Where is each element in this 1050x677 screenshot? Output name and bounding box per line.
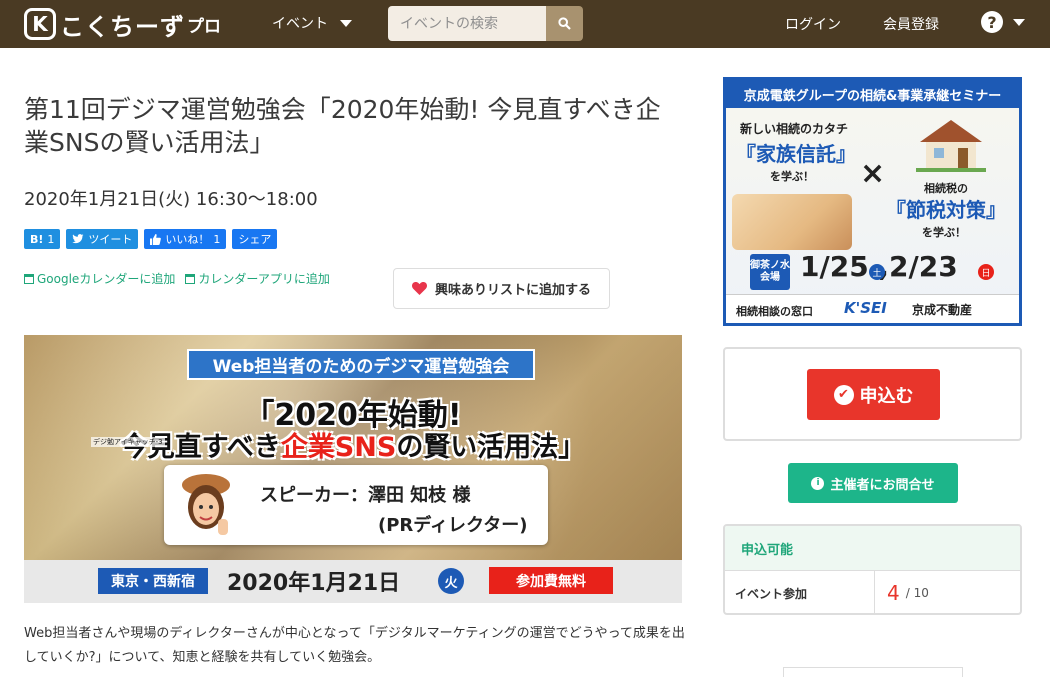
ad-sunday-badge: 日 (978, 264, 994, 280)
ad-header: 京成電鉄グループの相続&事業承継セミナー (726, 80, 1019, 108)
logo-text: こくちーず (60, 12, 185, 41)
ad-saturday-badge: 土 (869, 264, 885, 280)
tweet-label: ツイート (88, 233, 133, 246)
google-calendar-label: Googleカレンダーに追加 (37, 272, 176, 286)
google-calendar-link[interactable]: Googleカレンダーに追加 (24, 270, 175, 287)
ad-body: 新しい相続のカタチ 『家族信託』 を学ぶ！ × 相続税の 『節税対策』 を学ぶ！… (726, 108, 1019, 323)
status-label: イベント参加 (725, 571, 875, 613)
search-icon (558, 17, 571, 30)
tweet-button[interactable]: ツイート (66, 229, 139, 249)
logo-mark-icon: K (24, 8, 56, 40)
share-label: シェア (238, 233, 272, 246)
registration-status: 申込可能 イベント参加 4 / 10 (723, 524, 1022, 615)
event-menu[interactable]: イベント (272, 13, 352, 33)
speaker-avatar-icon (182, 474, 230, 535)
logo-pro: プロ (187, 16, 221, 37)
ad-footer: 相続相談の窓口 K'SEI 京成不動産 (726, 294, 1019, 323)
search-button[interactable] (546, 6, 583, 41)
speaker-role: (PRディレクター) (378, 515, 528, 536)
sidebar-ad-banner[interactable]: 京成電鉄グループの相続&事業承継セミナー 新しい相続のカタチ 『家族信託』 を学… (723, 77, 1022, 326)
search-input[interactable] (388, 6, 546, 41)
contact-organizer-button[interactable]: i 主催者にお問合せ (788, 463, 958, 503)
hatena-bookmark-button[interactable]: B! 1 (24, 229, 61, 249)
twitter-bird-icon (72, 234, 84, 244)
ad-cross: × (860, 156, 886, 191)
contact-label: 主催者にお問合せ (830, 477, 935, 493)
like-label: いいね！ (165, 233, 210, 246)
banner-headline-2b: の賢い活用法」 (396, 432, 586, 463)
hatena-label: B! (30, 232, 44, 246)
status-value: 4 / 10 (875, 571, 929, 613)
login-link[interactable]: ログイン (785, 14, 841, 34)
ad-footer-left: 相続相談の窓口 (736, 305, 813, 318)
facebook-share-button[interactable]: シェア (232, 229, 278, 249)
thumbs-up-icon (150, 233, 162, 245)
apply-panel: ✔ 申込む (723, 347, 1022, 441)
chevron-down-icon (1013, 18, 1025, 26)
ad-left-line2: 『家族信託』 (736, 142, 856, 166)
event-datetime: 2020年1月21日(火) 16:30〜18:00 (24, 189, 318, 210)
status-capacity: / 10 (905, 586, 929, 600)
calendar-icon (24, 273, 34, 284)
heart-icon (411, 282, 427, 295)
banner-location: 東京・西新宿 (98, 568, 208, 594)
ad-footer-right: 京成不動産 (912, 303, 973, 317)
family-photo (732, 194, 852, 250)
apply-label: 申込む (859, 385, 914, 407)
banner-headline-2-highlight: 企業SNS (280, 432, 397, 463)
sidebar-next-panel (783, 667, 963, 677)
calendar-icon (185, 273, 196, 284)
speaker-name: スピーカー：澤田 知枝 様 (260, 485, 471, 506)
calendar-links: Googleカレンダーに追加 カレンダーアプリに追加 (24, 270, 330, 287)
ad-left-line3: を学ぶ！ (770, 170, 814, 183)
apply-button[interactable]: ✔ 申込む (807, 369, 940, 420)
event-banner-image: Web担当者のためのデジマ運営勉強会 「2020年始動! 今見直すべき企業SNS… (24, 335, 682, 603)
info-icon: i (811, 476, 825, 490)
facebook-like-button[interactable]: いいね！ 1 (144, 229, 227, 249)
event-description: Web担当者さんや現場のディレクターさんが中心となって「デジタルマーケティングの… (24, 626, 685, 665)
ad-right-line3: を学ぶ！ (922, 226, 966, 239)
banner-catch: デジ勉アイキャッチ-3 (91, 437, 165, 447)
banner-tag: Web担当者のためのデジマ運営勉強会 (187, 349, 535, 380)
calendar-app-link[interactable]: カレンダーアプリに追加 (185, 270, 330, 287)
status-current-count: 4 (887, 581, 900, 605)
search-bar (388, 6, 583, 41)
keisei-logo: K'SEI (844, 299, 887, 317)
house-icon (916, 120, 986, 172)
event-menu-label: イベント (272, 16, 328, 32)
share-buttons: B! 1 ツイート いいね！ 1 シェア (24, 229, 278, 249)
chevron-down-icon (340, 19, 352, 27)
speaker-card: スピーカー：澤田 知枝 様 (PRディレクター) (164, 465, 548, 545)
help-menu[interactable]: ? (981, 11, 1025, 33)
calendar-app-label: カレンダーアプリに追加 (198, 272, 330, 286)
hatena-count: 1 (47, 232, 55, 246)
banner-weekday: 火 (438, 568, 464, 594)
site-logo[interactable]: K こくちーず プロ (24, 6, 221, 42)
banner-free-badge: 参加費無料 (489, 567, 613, 594)
add-to-interest-list-button[interactable]: 興味ありリストに追加する (393, 268, 610, 309)
banner-date: 2020年1月21日 (227, 571, 401, 596)
ad-left-line1: 新しい相続のカタチ (740, 122, 849, 136)
interest-label: 興味ありリストに追加する (434, 283, 591, 298)
help-icon: ? (981, 11, 1003, 33)
top-nav-bar: K こくちーず プロ イベント ログイン 会員登録 ? (0, 0, 1050, 48)
check-icon: ✔ (833, 384, 854, 405)
banner-footer: 東京・西新宿 2020年1月21日 火 参加費無料 (24, 560, 682, 603)
status-heading: 申込可能 (725, 526, 1020, 571)
status-row: イベント参加 4 / 10 (725, 571, 1020, 613)
ad-right-line2: 『節税対策』 (886, 198, 1006, 222)
ad-venue: 御茶ノ水会場 (750, 254, 790, 290)
event-title: 第11回デジマ運営勉強会「2020年始動! 今見直すべき企業SNSの賢い活用法」 (24, 95, 661, 157)
like-count: 1 (213, 232, 221, 246)
register-link[interactable]: 会員登録 (883, 14, 939, 34)
